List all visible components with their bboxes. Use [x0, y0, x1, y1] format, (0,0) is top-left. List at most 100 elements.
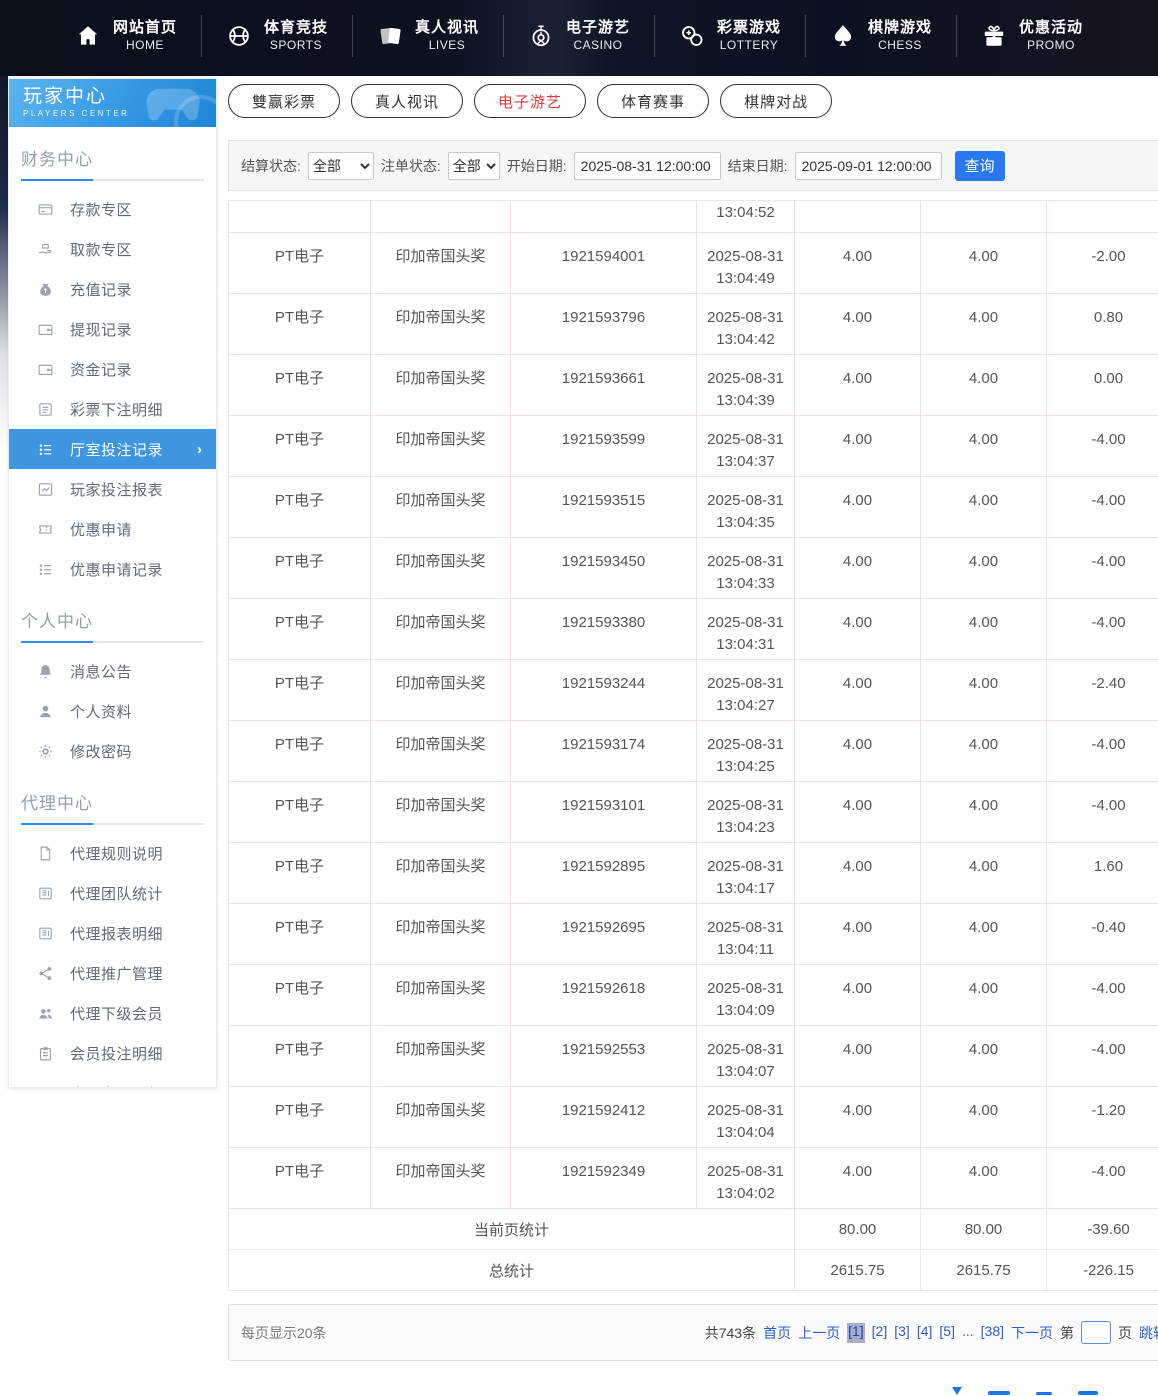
end-date-input[interactable]: [795, 152, 942, 180]
nav-item-promo[interactable]: 优惠活动 PROMO: [956, 15, 1107, 57]
cell-platform: PT电子: [229, 599, 371, 660]
nav-item-lottery[interactable]: 彩票游戏 LOTTERY: [654, 15, 805, 57]
summary-label: 总统计: [229, 1250, 795, 1291]
cell-platform: PT电子: [229, 660, 371, 721]
page-link-next[interactable]: 下一页: [1011, 1323, 1053, 1343]
sidebar-item-member-bet-detail[interactable]: 会员投注明细 ›: [9, 1033, 216, 1073]
sidebar-item-agent-sub-members[interactable]: 代理下级会员 ›: [9, 993, 216, 1033]
sidebar-item-player-bet-report[interactable]: 玩家投注报表 ›: [9, 469, 216, 509]
doc-list-icon: [37, 401, 54, 418]
sidebar-item-deposit[interactable]: 存款专区 ›: [9, 189, 216, 229]
jump-button[interactable]: 跳转: [1139, 1323, 1158, 1343]
cell-game: 印加帝国头奖: [371, 1148, 511, 1209]
cell-time: 2025-08-3113:04:49: [697, 233, 795, 294]
cell-valid-amount: 4.00: [921, 233, 1047, 294]
start-date-input[interactable]: [574, 152, 721, 180]
nav-item-lives[interactable]: 真人视讯 LIVES: [352, 15, 503, 57]
cell-valid-amount: 4.00: [921, 782, 1047, 843]
bet-records-table: 13:04:52 PT电子 印加帝国头奖 1921594001 2025-08-…: [228, 200, 1158, 1291]
search-button[interactable]: 查询: [955, 151, 1005, 181]
page-link-page-4[interactable]: [4]: [917, 1323, 933, 1343]
sidebar-item-agent-promotion[interactable]: 代理推广管理 ›: [9, 953, 216, 993]
tab-chess-battle[interactable]: 棋牌对战: [720, 84, 832, 118]
cell-platform: PT电子: [229, 721, 371, 782]
page-jump-input[interactable]: [1081, 1321, 1111, 1344]
sidebar-item-withdraw-record[interactable]: 提现记录 ›: [9, 309, 216, 349]
sidebar-item-promo-apply-record[interactable]: 优惠申请记录 ›: [9, 549, 216, 589]
wallet-icon: [37, 321, 54, 338]
table-row: PT电子 印加帝国头奖 1921592695 2025-08-3113:04:1…: [229, 904, 1158, 965]
sidebar-item-promo-apply[interactable]: 优惠申请 ›: [9, 509, 216, 549]
page-link-page-2[interactable]: [2]: [872, 1323, 888, 1343]
tab-electronic-games[interactable]: 电子游艺: [474, 84, 586, 118]
cell-order-id: 1921593101: [511, 782, 697, 843]
per-page-text: 每页显示20条: [241, 1323, 327, 1343]
sidebar-item-label: 玩家投注报表: [70, 479, 163, 500]
sidebar-item-lottery-bet-detail[interactable]: 彩票下注明细 ›: [9, 389, 216, 429]
sidebar-item-agent-report-detail[interactable]: 代理报表明细 ›: [9, 913, 216, 953]
sidebar-header: 玩家中心 PLAYERS CENTER: [9, 79, 216, 127]
cell-time: 2025-08-3113:04:07: [697, 1026, 795, 1087]
sidebar-item-room-bet-record[interactable]: 厅室投注记录 ›: [9, 429, 216, 469]
cell-win-loss: -1.20: [1047, 1087, 1158, 1148]
sidebar-section-title: 代理中心: [21, 789, 204, 825]
cell-game: 印加帝国头奖: [371, 355, 511, 416]
cell-bet-amount: 4.00: [795, 599, 921, 660]
tab-live-video[interactable]: 真人视讯: [351, 84, 463, 118]
sidebar-item-label: 资金记录: [70, 359, 132, 380]
total-count-text: 共743条: [705, 1323, 756, 1343]
cell-valid-amount: 4.00: [921, 904, 1047, 965]
users-icon: [37, 1005, 54, 1022]
summary-bet-amount: 80.00: [795, 1209, 921, 1250]
tab-shuangying-lottery[interactable]: 雙赢彩票: [228, 84, 340, 118]
bank-card-icon: [37, 201, 54, 218]
table-row: PT电子 印加帝国头奖 1921593244 2025-08-3113:04:2…: [229, 660, 1158, 721]
nav-label-en: PROMO: [1027, 38, 1075, 53]
cell-win-loss: -2.40: [1047, 660, 1158, 721]
sidebar-item-label: 代理规则说明: [70, 843, 163, 864]
cell-game: 印加帝国头奖: [371, 294, 511, 355]
cell-order-id: 1921592895: [511, 843, 697, 904]
table-row: PT电子 印加帝国头奖 1921592349 2025-08-3113:04:0…: [229, 1148, 1158, 1209]
cell-game: 印加帝国头奖: [371, 233, 511, 294]
nav-label-en: LOTTERY: [720, 38, 779, 53]
cell-valid-amount: 4.00: [921, 355, 1047, 416]
page-link-page-38[interactable]: [38]: [981, 1323, 1004, 1343]
nav-label-zh: 电子游艺: [566, 19, 630, 38]
sidebar-item-member-transaction-detail[interactable]: 会员交易明细 ›: [9, 1073, 216, 1088]
settle-status-select[interactable]: 全部: [308, 152, 374, 180]
page-link-first[interactable]: 首页: [763, 1323, 791, 1343]
jump-suffix-text: 页: [1118, 1323, 1132, 1343]
sidebar-item-withdraw[interactable]: 取款专区 ›: [9, 229, 216, 269]
sidebar-item-agent-team-stats[interactable]: 代理团队统计 ›: [9, 873, 216, 913]
home-icon: [75, 23, 101, 49]
cell-valid-amount: 4.00: [921, 599, 1047, 660]
summary-bet-amount: 2615.75: [795, 1250, 921, 1291]
sidebar-item-label: 厅室投注记录: [70, 439, 163, 460]
sidebar-item-change-password[interactable]: 修改密码 ›: [9, 731, 216, 771]
cell-time: 2025-08-3113:04:31: [697, 599, 795, 660]
cell-order-id: 1921592412: [511, 1087, 697, 1148]
sidebar-item-recharge-record[interactable]: 充值记录 ›: [9, 269, 216, 309]
page-link-prev[interactable]: 上一页: [798, 1323, 840, 1343]
list-check-icon: [37, 441, 54, 458]
sidebar-item-agent-rules[interactable]: 代理规则说明 ›: [9, 833, 216, 873]
order-status-select[interactable]: 全部: [448, 152, 500, 180]
sidebar-section: 财务中心 存款专区 › 取款专区 › 充值记录 › 提现记录 › 资金记录 › …: [9, 145, 216, 589]
bet-table-body: 13:04:52 PT电子 印加帝国头奖 1921594001 2025-08-…: [229, 201, 1158, 1291]
cell-order-id: 1921592349: [511, 1148, 697, 1209]
cell-order-id: 1921594001: [511, 233, 697, 294]
sidebar-item-messages[interactable]: 消息公告 ›: [9, 651, 216, 691]
sidebar-item-funds-record[interactable]: 资金记录 ›: [9, 349, 216, 389]
nav-item-home[interactable]: 网站首页 HOME: [51, 15, 201, 57]
nav-item-sports[interactable]: 体育竞技 SPORTS: [201, 15, 352, 57]
tab-sports-events[interactable]: 体育赛事: [597, 84, 709, 118]
nav-item-chess[interactable]: 棋牌游戏 CHESS: [805, 15, 956, 57]
nav-item-casino[interactable]: 电子游艺 CASINO: [503, 15, 654, 57]
sidebar-item-profile[interactable]: 个人资料 ›: [9, 691, 216, 731]
cell-game: 印加帝国头奖: [371, 843, 511, 904]
page-link-page-3[interactable]: [3]: [894, 1323, 910, 1343]
page-link-page-1[interactable]: [1]: [847, 1323, 865, 1343]
cell-win-loss: -4.00: [1047, 782, 1158, 843]
page-link-page-5[interactable]: [5]: [939, 1323, 955, 1343]
